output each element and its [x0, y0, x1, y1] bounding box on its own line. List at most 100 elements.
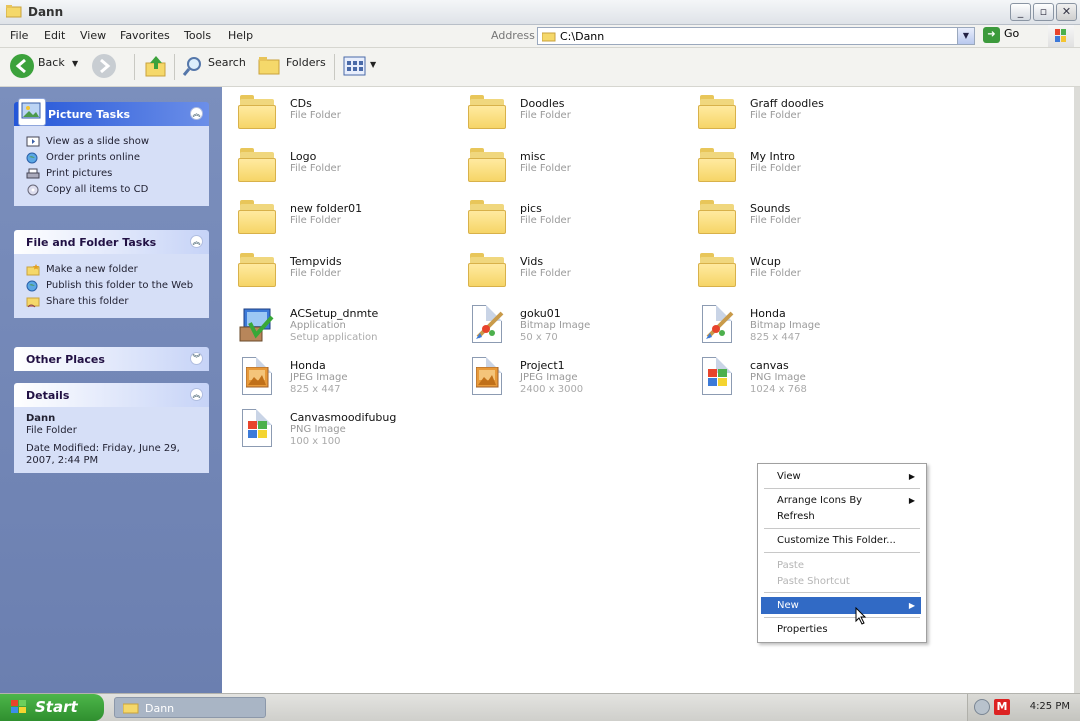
toolbar-separator [174, 54, 175, 80]
window-title: Dann [28, 5, 64, 19]
menu-favorites[interactable]: Favorites [120, 29, 170, 42]
menu-tools[interactable]: Tools [184, 29, 211, 42]
folder-item[interactable]: My Intro File Folder [690, 144, 900, 188]
folder-item[interactable]: Vids File Folder [460, 249, 670, 293]
details-name: Dann [26, 413, 56, 424]
ctx-properties[interactable]: Properties [761, 621, 921, 638]
dropdown-arrow-icon[interactable]: ▼ [957, 28, 974, 44]
cd-icon [27, 184, 39, 196]
folder-item[interactable]: pics File Folder [460, 196, 670, 240]
folder-item[interactable]: Wcup File Folder [690, 249, 900, 293]
file-item[interactable]: Project1 JPEG Image 2400 x 3000 [460, 353, 670, 397]
bitmap-image-icon [698, 305, 738, 343]
panel-title: Details [26, 389, 70, 402]
file-item[interactable]: Honda JPEG Image 825 x 447 [230, 353, 440, 397]
task-label: View as a slide show [46, 136, 150, 147]
taskbar-window-label: Dann [145, 702, 175, 715]
views-icon[interactable] [343, 55, 367, 77]
up-folder-icon[interactable] [144, 54, 168, 78]
folder-icon [238, 200, 278, 236]
address-bar[interactable]: C:\Dann ▼ [537, 27, 975, 45]
ctx-customize-folder[interactable]: Customize This Folder... [761, 532, 921, 549]
taskbar-window-dann[interactable]: Dann [114, 697, 266, 718]
folder-item[interactable]: CDs File Folder [230, 91, 440, 135]
system-tray: M 4:25 PM [967, 694, 1080, 721]
back-arrow-icon[interactable] [10, 54, 34, 78]
folder-item[interactable]: misc File Folder [460, 144, 670, 188]
folder-item[interactable]: Doodles File Folder [460, 91, 670, 135]
back-dropdown-icon[interactable]: ▼ [72, 59, 78, 68]
menu-file[interactable]: File [10, 29, 28, 42]
other-places-header[interactable]: Other Places ︾ [14, 347, 209, 371]
item-name: My Intro [750, 150, 796, 163]
close-button[interactable]: ✕ [1056, 3, 1077, 21]
start-label: Start [35, 698, 78, 716]
folder-item[interactable]: new folder01 File Folder [230, 196, 440, 240]
task-new-folder[interactable]: Make a new folder [26, 264, 203, 276]
item-type: PNG Image [290, 424, 346, 435]
file-folder-tasks-header[interactable]: File and Folder Tasks ︽ [14, 230, 209, 254]
m-app-icon[interactable]: M [994, 699, 1010, 715]
views-dropdown-icon[interactable]: ▼ [370, 60, 376, 69]
ctx-new[interactable]: New ▶ [761, 597, 921, 614]
item-dimensions: 825 x 447 [750, 332, 801, 343]
folder-icon [468, 200, 508, 236]
item-name: Vids [520, 255, 544, 268]
ctx-label: Customize This Folder... [777, 535, 896, 546]
ctx-separator [764, 617, 920, 618]
item-name: Graff doodles [750, 97, 824, 110]
ctx-refresh[interactable]: Refresh [761, 508, 921, 525]
ctx-paste-shortcut: Paste Shortcut [761, 573, 921, 590]
context-menu: View ▶ Arrange Icons By ▶ Refresh Customiz… [757, 463, 927, 643]
ctx-arrange-icons[interactable]: Arrange Icons By ▶ [761, 492, 921, 509]
search-button[interactable]: Search [208, 56, 246, 69]
menu-help[interactable]: Help [228, 29, 253, 42]
file-item[interactable]: Honda Bitmap Image 825 x 447 [690, 301, 900, 345]
folder-item[interactable]: Tempvids File Folder [230, 249, 440, 293]
collapse-chevron-icon[interactable]: ︽ [190, 388, 203, 401]
task-publish-web[interactable]: Publish this folder to the Web [26, 280, 203, 292]
item-name: ACSetup_dnmte [290, 307, 379, 320]
task-order-prints[interactable]: Order prints online [26, 152, 203, 164]
ctx-separator [764, 488, 920, 489]
network-icon[interactable] [974, 699, 990, 715]
task-slide-show[interactable]: View as a slide show [26, 136, 203, 148]
share-folder-icon [26, 297, 40, 308]
folder-item[interactable]: Sounds File Folder [690, 196, 900, 240]
file-item[interactable]: goku01 Bitmap Image 50 x 70 [460, 301, 670, 345]
task-label: Order prints online [46, 152, 140, 163]
search-icon [182, 57, 201, 76]
folder-icon [698, 200, 738, 236]
start-button[interactable]: Start [0, 694, 104, 721]
folder-item[interactable]: Logo File Folder [230, 144, 440, 188]
folder-item[interactable]: Graff doodles File Folder [690, 91, 900, 135]
folders-button[interactable]: Folders [286, 56, 326, 69]
task-share-folder[interactable]: Share this folder [26, 296, 203, 308]
expand-chevron-icon[interactable]: ︾ [190, 352, 203, 365]
file-item[interactable]: Canvasmoodifubug PNG Image 100 x 100 [230, 405, 440, 449]
back-button[interactable]: Back [38, 56, 65, 69]
task-copy-to-cd[interactable]: Copy all items to CD [26, 184, 203, 196]
forward-arrow-icon[interactable] [92, 54, 116, 78]
folder-icon [468, 148, 508, 184]
ctx-separator [764, 528, 920, 529]
globe-icon [26, 280, 38, 292]
menu-edit[interactable]: Edit [44, 29, 65, 42]
task-print-pictures[interactable]: Print pictures [26, 168, 203, 180]
item-type: JPEG Image [290, 372, 348, 383]
ctx-view[interactable]: View ▶ [761, 468, 921, 485]
collapse-chevron-icon[interactable]: ︽ [190, 235, 203, 248]
item-type: Bitmap Image [750, 320, 821, 331]
minimize-button[interactable]: _ [1010, 3, 1031, 21]
picture-tasks-header[interactable]: Picture Tasks ︽ [14, 98, 209, 126]
maximize-button[interactable]: ▫ [1033, 3, 1054, 21]
go-button[interactable]: ➜ Go [983, 27, 1019, 43]
new-folder-icon [26, 264, 40, 276]
details-header[interactable]: Details ︽ [14, 383, 209, 407]
file-item[interactable]: canvas PNG Image 1024 x 768 [690, 353, 900, 397]
item-type: File Folder [750, 110, 801, 121]
file-item[interactable]: ACSetup_dnmte Application Setup applicatio… [230, 301, 440, 345]
menu-view[interactable]: View [80, 29, 106, 42]
collapse-chevron-icon[interactable]: ︽ [190, 107, 203, 120]
globe-icon [26, 152, 38, 164]
